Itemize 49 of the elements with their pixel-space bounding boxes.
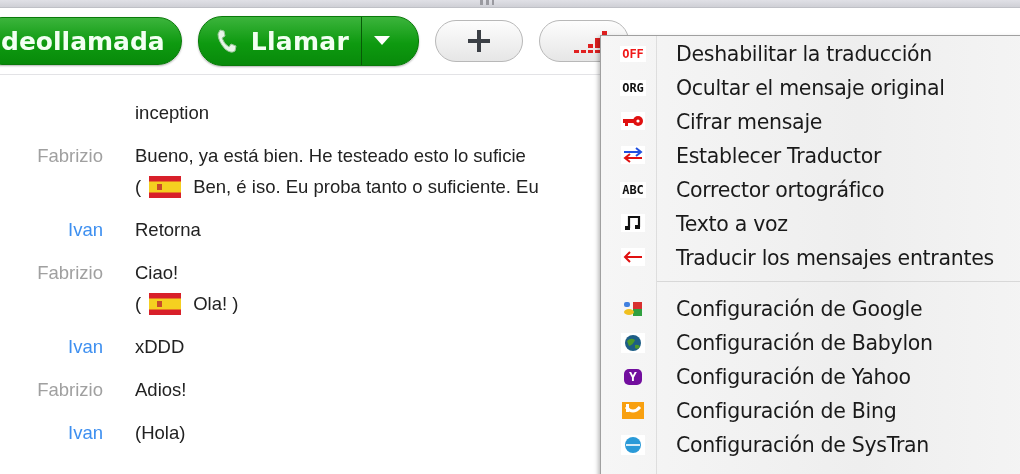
menu-item[interactable]: ABC Corrector ortográfico <box>601 173 1020 207</box>
call-button[interactable]: Llamar <box>197 16 420 66</box>
icon-badge: OFF <box>620 46 646 62</box>
sender-name: Fabrizio <box>36 144 103 168</box>
caret-icon <box>374 36 391 46</box>
translation-text: Ben, é iso. Eu proba tanto o suficiente. Eu <box>193 175 539 199</box>
menu-item[interactable]: Y Configuración de Yahoo <box>601 360 1020 394</box>
sender-name: Fabrizio <box>36 378 103 402</box>
sender-name: Ivan <box>67 421 103 445</box>
video-call-button[interactable]: deollamada <box>0 17 182 65</box>
menu-item[interactable]: Traducir los mensajes entrantes <box>601 241 1020 275</box>
swap-arrows-icon <box>621 146 645 166</box>
translation-text: Ola! ) <box>193 292 239 316</box>
menu-item[interactable]: Cifrar mensaje <box>601 105 1020 139</box>
message-text: Bueno, ya está bien. He testeado esto lo suficie <box>135 144 526 168</box>
menu-item[interactable]: Configuración de SysTran <box>601 428 1020 462</box>
circle-logo-icon <box>621 435 645 455</box>
menu-item[interactable]: Establecer Traductor <box>601 139 1020 173</box>
parenthesis: ( <box>135 292 142 316</box>
grip-icon[interactable] <box>480 0 494 5</box>
music-note-icon <box>621 214 645 234</box>
sender-name: Fabrizio <box>36 261 103 285</box>
plus-icon <box>467 29 492 53</box>
message-text: Retorna <box>135 218 201 242</box>
message-text: Ciao! <box>135 261 179 285</box>
flag-icon <box>149 175 182 198</box>
menu-item[interactable]: Texto a voz <box>601 207 1020 241</box>
icon-badge: ABC <box>620 182 646 198</box>
menu-item[interactable]: Configuración de Babylon <box>601 326 1020 360</box>
menu-item[interactable]: ORG Ocultar el mensaje original <box>601 71 1020 105</box>
logo-badge: Y <box>624 369 642 385</box>
icon-badge: ORG <box>620 80 646 96</box>
phone-icon <box>214 28 237 54</box>
blocks-icon <box>621 299 645 319</box>
key-icon <box>621 112 645 132</box>
message-text: inception <box>135 101 210 125</box>
message-text: xDDD <box>135 335 185 359</box>
menu-item[interactable]: Configuración de Bing <box>601 394 1020 428</box>
b-logo-icon <box>621 401 645 421</box>
menu-item[interactable]: Configuración de Google <box>601 292 1020 326</box>
flag-icon <box>149 292 182 315</box>
message-text: (Hola) <box>135 421 186 445</box>
sender-name: Ivan <box>67 218 103 242</box>
sender-name: Ivan <box>67 335 103 359</box>
add-button[interactable] <box>435 20 524 62</box>
message-text: Adios! <box>135 378 187 402</box>
parenthesis: ( <box>135 175 142 199</box>
menu-item[interactable]: OFF Deshabilitar la traducción <box>601 37 1020 71</box>
globe-icon <box>621 333 645 353</box>
